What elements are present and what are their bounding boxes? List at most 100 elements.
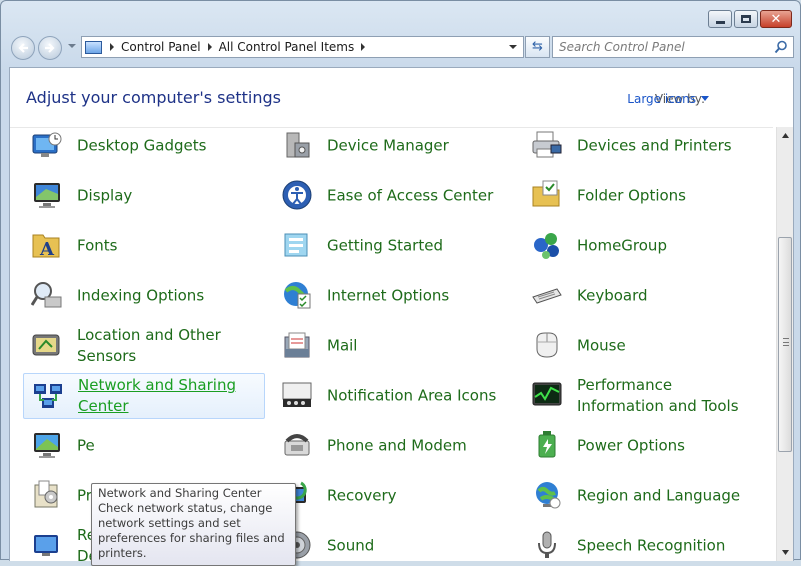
control-panel-item-pe[interactable]: Pe [23,423,265,469]
control-panel-item-power-options[interactable]: Power Options [523,423,765,469]
breadcrumb-separator-icon[interactable] [110,43,114,51]
maximize-icon [741,15,751,23]
forward-button[interactable] [38,36,62,60]
performance-icon [532,382,562,406]
search-box[interactable] [552,36,794,58]
ease-of-access-icon [282,180,312,210]
control-panel-item-mouse[interactable]: Mouse [523,323,765,369]
control-panel-item-devices-and-printers[interactable]: Devices and Printers [523,128,765,169]
item-label: Devices and Printers [577,136,732,155]
control-panel-item-recovery[interactable]: Recovery [273,473,515,519]
item-label: Display [77,186,133,205]
tooltip-title: Network and Sharing Center [98,486,262,500]
item-label: Notification Area Icons [327,386,497,405]
item-label: Internet Options [327,286,450,305]
item-label: Location and Other Sensors [77,326,221,365]
printer-icon [532,131,562,158]
folder-options-icon [532,180,560,207]
close-icon: ✕ [770,11,782,27]
view-by-dropdown[interactable]: Large icons [627,92,709,106]
mail-icon [284,332,310,358]
control-panel-item-network-and-sharing-center[interactable]: Network and Sharing Center [23,373,265,419]
search-icon[interactable] [774,40,788,54]
minimize-icon [715,20,725,24]
control-panel-icon [85,40,102,54]
breadcrumb-all-items[interactable]: All Control Panel Items [219,40,355,54]
desktop-gadgets-icon [32,132,62,157]
homegroup-icon [534,233,559,259]
back-button[interactable] [11,36,35,60]
control-panel-item-ease-of-access-center[interactable]: Ease of Access Center [273,173,515,219]
breadcrumb-control-panel[interactable]: Control Panel [121,40,201,54]
item-label: Folder Options [577,186,686,205]
forward-arrow-icon [45,43,55,53]
item-label: Power Options [577,436,685,455]
view-by-value[interactable]: Large icons [627,92,696,106]
scroll-down-icon [782,550,789,555]
control-panel-item-sound[interactable]: Sound [273,523,515,562]
control-panel-item-fonts[interactable]: A Fonts [23,223,265,269]
control-panel-window: ✕ Control Panel All Control Panel Items … [0,0,801,566]
item-label: Recovery [327,486,397,505]
personalization-icon [34,433,60,458]
control-panel-item-location-and-other-sensors[interactable]: Location and Other Sensors [23,323,265,369]
back-arrow-icon [18,43,28,53]
breadcrumb-separator-icon[interactable] [361,43,366,51]
control-panel-item-getting-started[interactable]: Getting Started [273,223,515,269]
display-icon [34,183,60,208]
recent-pages-dropdown[interactable] [68,44,76,48]
control-panel-item-phone-and-modem[interactable]: Phone and Modem [273,423,515,469]
scroll-up-icon [782,133,789,138]
scroll-up-button[interactable] [777,127,794,144]
control-panel-item-folder-options[interactable]: Folder Options [523,173,765,219]
control-panel-item-mail[interactable]: Mail [273,323,515,369]
control-panel-item-performance-information-and-tools[interactable]: Performance Information and Tools [523,373,765,419]
notification-icon [282,382,312,407]
svg-text:A: A [39,239,55,260]
navigation-bar: Control Panel All Control Panel Items ⇆ [9,33,794,61]
keyboard-icon [532,288,562,304]
control-panel-item-region-and-language[interactable]: Region and Language [523,473,765,519]
item-label: Ease of Access Center [327,186,494,205]
control-panel-item-keyboard[interactable]: Keyboard [523,273,765,319]
address-bar[interactable]: Control Panel All Control Panel Items [81,36,524,58]
item-label: Device Manager [327,136,449,155]
control-panel-item-device-manager[interactable]: Device Manager [273,128,515,169]
item-label: Keyboard [577,286,648,305]
close-button[interactable]: ✕ [760,10,792,28]
tooltip-body: Check network status, change network set… [98,501,285,560]
mouse-icon [536,332,558,358]
scroll-down-button[interactable] [777,544,794,561]
vertical-scrollbar[interactable] [776,127,793,561]
item-label: Mail [327,336,358,355]
item-label: Sound [327,536,375,555]
control-panel-item-display[interactable]: Display [23,173,265,219]
item-label: Mouse [577,336,626,355]
caption-buttons: ✕ [708,10,792,28]
fonts-icon: A [32,234,60,260]
speech-icon [538,531,556,558]
control-panel-item-homegroup[interactable]: HomeGroup [523,223,765,269]
scrollbar-thumb[interactable] [778,237,792,452]
control-panel-item-internet-options[interactable]: Internet Options [273,273,515,319]
item-label: Speech Recognition [577,536,726,555]
search-input[interactable] [559,39,764,55]
chevron-down-icon[interactable] [701,96,709,101]
control-panel-item-notification-area-icons[interactable]: Notification Area Icons [273,373,515,419]
refresh-button[interactable]: ⇆ [525,36,550,58]
item-label: Pe [77,436,95,455]
control-panel-item-desktop-gadgets[interactable]: Desktop Gadgets [23,128,265,169]
control-panel-item-speech-recognition[interactable]: Speech Recognition [523,523,765,562]
item-label: Phone and Modem [327,436,467,455]
control-panel-item-indexing-options[interactable]: Indexing Options [23,273,265,319]
address-history-dropdown[interactable] [509,45,517,49]
item-label: Fonts [77,236,118,255]
region-icon [536,482,561,509]
breadcrumb-separator-icon[interactable] [207,43,212,51]
content-pane: Adjust your computer's settings View by:… [9,67,794,566]
item-label: Network and Sharing Center [78,376,236,415]
item-label: Indexing Options [77,286,205,305]
item-label: Desktop Gadgets [77,136,207,155]
minimize-button[interactable] [708,10,732,28]
maximize-button[interactable] [734,10,758,28]
